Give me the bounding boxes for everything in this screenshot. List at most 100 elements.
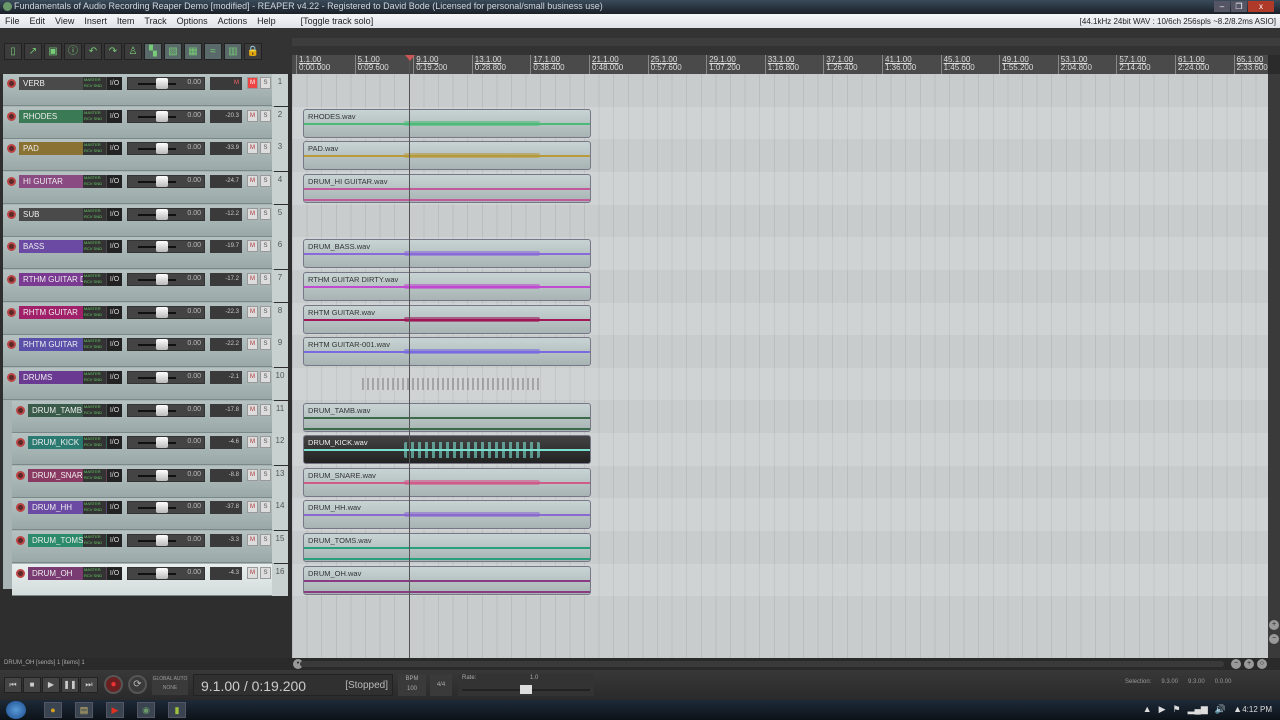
taskbar-explorer-icon[interactable]: ▤	[75, 702, 93, 718]
redo-icon[interactable]: ↷	[104, 43, 122, 60]
mute-button[interactable]: M	[247, 370, 258, 383]
mute-button[interactable]: M	[247, 142, 258, 155]
track-lane[interactable]: DRUM_HH.wav	[292, 498, 1268, 532]
track-header[interactable]: DRUM_TOMS MASTER RCV SND I/O 0.00 -3.3 M S	[12, 531, 272, 564]
record-button[interactable]: ●	[104, 675, 123, 694]
bpm-field[interactable]: BPM 100	[398, 674, 426, 696]
volume-fader[interactable]: 0.00	[127, 240, 205, 254]
volume-fader[interactable]: 0.00	[127, 142, 205, 156]
track-lane[interactable]: DRUM_SNARE.wav	[292, 466, 1268, 499]
solo-button[interactable]: S	[260, 305, 271, 318]
solo-button[interactable]: S	[260, 207, 271, 220]
mute-button[interactable]: M	[247, 534, 258, 547]
io-button[interactable]: I/O	[107, 142, 122, 156]
track-lane[interactable]	[292, 367, 1268, 401]
routing-label[interactable]: MASTER RCV SND	[83, 403, 106, 417]
mute-button[interactable]: M	[247, 174, 258, 187]
menu-file[interactable]: File	[0, 16, 25, 26]
pause-button[interactable]: ❚❚	[61, 677, 79, 693]
track-header[interactable]: DRUM_KICK MASTER RCV SND I/O 0.00 -4.6 M S	[12, 433, 272, 466]
mute-button[interactable]: M	[247, 566, 258, 579]
zoom-reset-icon[interactable]: ○	[1257, 659, 1267, 669]
solo-button[interactable]: S	[260, 338, 271, 351]
track-header[interactable]: DRUMS MASTER RCV SND I/O 0.00 -2.1 M S	[3, 367, 272, 400]
track-lane[interactable]: DRUM_TOMS.wav	[292, 531, 1268, 564]
fader-knob[interactable]	[156, 110, 168, 122]
io-button[interactable]: I/O	[107, 436, 122, 450]
solo-button[interactable]: S	[260, 468, 271, 481]
routing-label[interactable]: MASTER RCV SND	[83, 240, 106, 254]
track-lane[interactable]: RHTM GUITAR.wav	[292, 302, 1268, 336]
track-header[interactable]: SUB MASTER RCV SND I/O 0.00 -12.2 M S	[3, 204, 272, 237]
record-arm-icon[interactable]	[7, 372, 16, 382]
mute-button[interactable]: M	[247, 272, 258, 285]
routing-label[interactable]: MASTER RCV SND	[83, 109, 106, 123]
io-button[interactable]: I/O	[107, 403, 122, 417]
zoom-in-vertical-icon[interactable]: +	[1269, 620, 1279, 630]
track-header[interactable]: VERB MASTER RCV SND I/O 0.00 M M S	[3, 74, 272, 106]
taskbar-reaper-icon[interactable]: ◉	[137, 702, 155, 718]
record-arm-icon[interactable]	[7, 307, 16, 317]
close-button[interactable]: x	[1248, 1, 1274, 12]
grid-icon[interactable]: ▥	[224, 43, 242, 60]
media-item[interactable]: RHODES.wav	[303, 108, 591, 138]
record-arm-icon[interactable]	[7, 340, 16, 350]
routing-label[interactable]: MASTER RCV SND	[83, 338, 106, 352]
volume-fader[interactable]: 0.00	[127, 207, 205, 221]
selection-start[interactable]: 9.3.00	[1161, 679, 1178, 685]
taskbar-other-icon[interactable]: ▮	[168, 702, 186, 718]
volume-fader[interactable]: 0.00	[127, 370, 205, 384]
record-arm-icon[interactable]	[16, 503, 25, 513]
action-center-icon[interactable]: ⚑	[1173, 704, 1181, 715]
io-button[interactable]: I/O	[107, 534, 122, 548]
play-button[interactable]: ▶	[42, 677, 60, 693]
arrange-view[interactable]: RHODES.wav PAD.wav DRUM_HI GUITAR.wav DRUM_…	[292, 74, 1268, 658]
volume-fader[interactable]: 0.00	[127, 436, 205, 450]
go-to-start-button[interactable]: ⏮	[4, 677, 22, 693]
volume-fader[interactable]: 0.00	[127, 272, 205, 286]
track-lane[interactable]	[292, 205, 1268, 238]
io-button[interactable]: I/O	[107, 207, 122, 221]
volume-fader[interactable]: 0.00	[127, 305, 205, 319]
mute-button[interactable]: M	[247, 305, 258, 318]
fader-knob[interactable]	[156, 241, 168, 253]
media-item[interactable]: DRUM_KICK.wav	[303, 435, 591, 465]
track-header[interactable]: RTHM GUITAR D MASTER RCV SND I/O 0.00 -17.2 M…	[3, 269, 272, 302]
media-item[interactable]: RTHM GUITAR DIRTY.wav	[303, 271, 591, 301]
track-lane[interactable]: RHODES.wav	[292, 106, 1268, 140]
mute-button[interactable]: M	[247, 240, 258, 253]
media-item[interactable]: DRUM_TOMS.wav	[303, 533, 591, 563]
track-lane[interactable]: DRUM_BASS.wav	[292, 237, 1268, 270]
track-header[interactable]: RHTM GUITAR MASTER RCV SND I/O 0.00 -22.3 M S	[3, 302, 272, 335]
io-button[interactable]: I/O	[107, 566, 122, 580]
routing-label[interactable]: MASTER RCV SND	[83, 370, 106, 384]
start-button[interactable]	[6, 701, 26, 719]
routing-label[interactable]: MASTER RCV SND	[83, 468, 106, 482]
fader-knob[interactable]	[156, 339, 168, 351]
solo-button[interactable]: S	[260, 142, 271, 155]
media-item[interactable]: DRUM_BASS.wav	[303, 239, 591, 269]
media-item[interactable]: DRUM_HH.wav	[303, 500, 591, 530]
track-header[interactable]: HI GUITAR MASTER RCV SND I/O 0.00 -24.7 M S	[3, 171, 272, 204]
routing-label[interactable]: MASTER RCV SND	[83, 305, 106, 319]
io-button[interactable]: I/O	[107, 370, 122, 384]
routing-label[interactable]: MASTER RCV SND	[83, 174, 106, 188]
volume-fader[interactable]: 0.00	[127, 174, 205, 188]
selection-length[interactable]: 0.0.00	[1215, 679, 1232, 685]
record-arm-icon[interactable]	[7, 242, 16, 252]
rate-slider-knob[interactable]	[520, 685, 532, 694]
mute-button[interactable]: M	[247, 338, 258, 351]
track-lane[interactable]: RTHM GUITAR DIRTY.wav	[292, 270, 1268, 303]
fader-knob[interactable]	[156, 567, 168, 579]
track-lane[interactable]: RHTM GUITAR-001.wav	[292, 335, 1268, 368]
fader-knob[interactable]	[156, 273, 168, 285]
record-arm-icon[interactable]	[16, 438, 25, 448]
solo-button[interactable]: S	[260, 174, 271, 187]
track-header[interactable]: DRUM_SNARE MASTER RCV SND I/O 0.00 -8.8 M S	[12, 465, 272, 498]
track-header[interactable]: BASS MASTER RCV SND I/O 0.00 -19.7 M S	[3, 237, 272, 270]
media-item[interactable]: DRUM_TAMB.wav	[303, 402, 591, 432]
lock-icon[interactable]: 🔒	[244, 43, 262, 60]
record-arm-icon[interactable]	[16, 405, 25, 415]
io-button[interactable]: I/O	[107, 272, 122, 286]
media-item[interactable]: PAD.wav	[303, 141, 591, 171]
